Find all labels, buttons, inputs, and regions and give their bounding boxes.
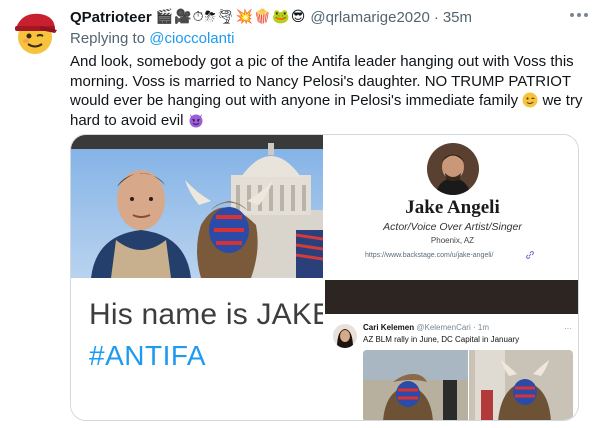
text-card-name: His name is JAKE — [89, 298, 323, 331]
text-card[interactable]: His name is JAKE #ANTIFA — [71, 280, 323, 420]
dark-banner — [325, 280, 578, 314]
profile-name: Jake Angeli — [405, 197, 500, 218]
quoted-author: Cari Kelemen @KelemenCari · 1m — [363, 323, 489, 332]
reply-to-link[interactable]: @cioccolanti — [149, 30, 234, 47]
wink-emoji-icon — [522, 92, 538, 108]
quoted-name: Cari Kelemen — [363, 323, 415, 332]
tweet[interactable]: QPatrioteer 🎬🎥⏱⛈🌪💥🍿🐸😎 @qrlamarige2020 · … — [0, 0, 604, 428]
more-options-icon[interactable] — [568, 8, 590, 22]
quoted-text: AZ BLM rally in June, DC Capital in Janu… — [363, 335, 520, 344]
profile-card[interactable]: Jake Angeli Actor/Voice Over Artist/Sing… — [325, 135, 578, 278]
timestamp[interactable]: 35m — [443, 9, 472, 26]
quoted-more-icon: ··· — [564, 324, 572, 333]
avatar-emoji-cap-icon — [15, 13, 57, 54]
profile-url[interactable]: https://www.backstage.com/u/jake-angeli/ — [365, 252, 493, 259]
profile-location: Phoenix, AZ — [430, 236, 475, 245]
capitol-selfie-image — [71, 135, 323, 278]
photo-selfie-capitol[interactable] — [71, 135, 323, 278]
avatar[interactable] — [10, 8, 60, 58]
quoted-tweet-card[interactable]: Cari Kelemen @KelemenCari · 1m ··· AZ BL… — [325, 280, 578, 420]
tweet-text-part1: And look, somebody got a pic of the Anti… — [70, 53, 574, 110]
tweet-text: And look, somebody got a pic of the Anti… — [70, 52, 590, 130]
separator-dot: · — [433, 8, 439, 26]
display-name[interactable]: QPatrioteer — [70, 9, 152, 26]
name-emojis: 🎬🎥⏱⛈🌪💥🍿🐸😎 — [155, 9, 307, 25]
text-card-hashtag: #ANTIFA — [89, 340, 207, 371]
reply-prefix: Replying to — [70, 30, 146, 47]
quoted-age: · 1m — [472, 323, 489, 332]
smiling-imp-emoji-icon — [189, 113, 203, 128]
profile-role: Actor/Voice Over Artist/Singer — [383, 221, 522, 233]
user-handle[interactable]: @qrlamarige2020 — [310, 9, 429, 26]
reply-context: Replying to @cioccolanti — [70, 30, 234, 47]
profile-photo — [427, 143, 479, 195]
media-grid[interactable]: His name is JAKE #ANTIFA Jake Angeli Act… — [70, 134, 579, 421]
tweet-header: QPatrioteer 🎬🎥⏱⛈🌪💥🍿🐸😎 @qrlamarige2020 · … — [70, 7, 570, 27]
quoted-avatar — [333, 324, 357, 348]
quoted-handle: @KelemenCari — [416, 323, 471, 332]
link-icon[interactable] — [525, 250, 535, 260]
quoted-images — [363, 350, 573, 420]
